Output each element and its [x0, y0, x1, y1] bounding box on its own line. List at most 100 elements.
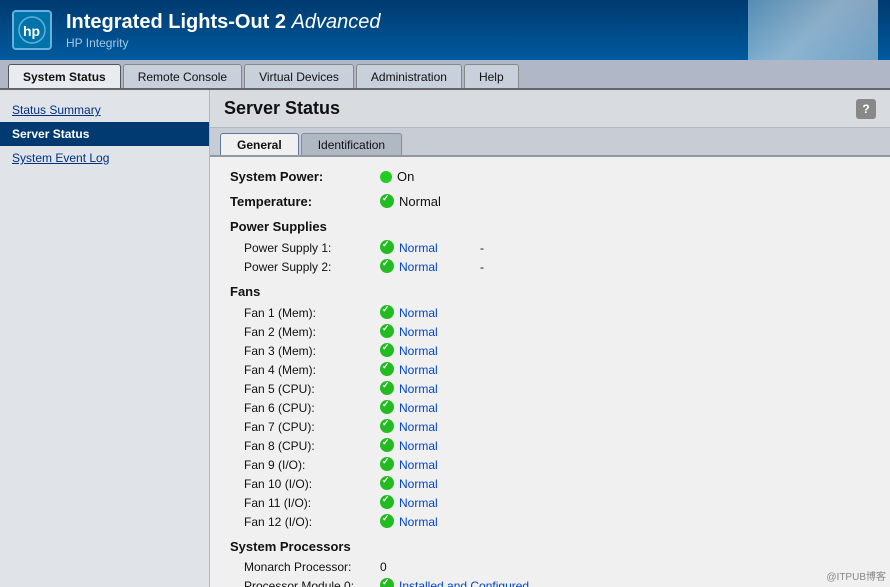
processor-value: Installed and Configured [380, 578, 529, 587]
fan-value: Normal [380, 324, 460, 339]
processor-row: Processor Module 0: Installed and Config… [230, 578, 870, 587]
fan-label: Fan 4 (Mem): [244, 363, 380, 377]
svg-text:hp: hp [23, 23, 40, 39]
tab-remote-console[interactable]: Remote Console [123, 64, 242, 88]
fan-row: Fan 12 (I/O): Normal [230, 514, 870, 529]
tab-help[interactable]: Help [464, 64, 519, 88]
ps-check-icon [380, 259, 395, 274]
fan-value: Normal [380, 400, 460, 415]
fan-label: Fan 11 (I/O): [244, 496, 380, 510]
processor-label: Processor Module 0: [244, 579, 380, 587]
fan-row: Fan 6 (CPU): Normal [230, 400, 870, 415]
fan-value: Normal [380, 343, 460, 358]
fan-check-icon [380, 495, 395, 510]
fan-value: Normal [380, 381, 460, 396]
fan-row: Fan 1 (Mem): Normal [230, 305, 870, 320]
hp-logo: hp [12, 10, 52, 50]
tab-virtual-devices[interactable]: Virtual Devices [244, 64, 354, 88]
fan-value: Normal [380, 457, 460, 472]
sidebar-item-status-summary[interactable]: Status Summary [0, 98, 209, 122]
fan-check-icon [380, 457, 395, 472]
power-supply-value: Normal [380, 259, 460, 274]
power-supply-value: Normal [380, 240, 460, 255]
power-supply-extra: - [480, 241, 484, 255]
app-header: hp Integrated Lights-Out 2 Advanced HP I… [0, 0, 890, 60]
fan-label: Fan 2 (Mem): [244, 325, 380, 339]
page-title: Server Status [224, 98, 340, 119]
fan-value: Normal [380, 514, 460, 529]
fan-label: Fan 7 (CPU): [244, 420, 380, 434]
power-supplies-title: Power Supplies [230, 219, 870, 234]
fan-value: Normal [380, 419, 460, 434]
temperature-label: Temperature: [230, 194, 380, 209]
fan-value: Normal [380, 305, 460, 320]
fan-row: Fan 3 (Mem): Normal [230, 343, 870, 358]
fan-row: Fan 4 (Mem): Normal [230, 362, 870, 377]
header-image [748, 0, 878, 60]
app-title: Integrated Lights-Out 2 Advanced [66, 11, 381, 34]
content-header: Server Status ? [210, 90, 890, 128]
fan-label: Fan 12 (I/O): [244, 515, 380, 529]
fan-label: Fan 3 (Mem): [244, 344, 380, 358]
fan-row: Fan 8 (CPU): Normal [230, 438, 870, 453]
fan-value: Normal [380, 476, 460, 491]
fan-label: Fan 8 (CPU): [244, 439, 380, 453]
system-power-label: System Power: [230, 169, 380, 184]
temperature-value: Normal [380, 194, 441, 209]
watermark: @ITPUB博客 [826, 568, 886, 583]
main-layout: Status Summary Server Status System Even… [0, 90, 890, 587]
fan-label: Fan 10 (I/O): [244, 477, 380, 491]
inner-tabs: General Identification [210, 128, 890, 157]
fan-row: Fan 10 (I/O): Normal [230, 476, 870, 491]
power-supply-row: Power Supply 1: Normal - [230, 240, 870, 255]
processor-row: Monarch Processor: 0 [230, 560, 870, 574]
sidebar-item-system-event-log[interactable]: System Event Log [0, 146, 209, 170]
system-power-value: On [380, 169, 414, 184]
power-supply-row: Power Supply 2: Normal - [230, 259, 870, 274]
temperature-row: Temperature: Normal [230, 194, 870, 209]
tab-identification[interactable]: Identification [301, 133, 402, 155]
fan-check-icon [380, 305, 395, 320]
fan-row: Fan 7 (CPU): Normal [230, 419, 870, 434]
fan-label: Fan 6 (CPU): [244, 401, 380, 415]
fan-check-icon [380, 476, 395, 491]
sidebar-item-server-status[interactable]: Server Status [0, 122, 209, 146]
fan-check-icon [380, 438, 395, 453]
tab-general[interactable]: General [220, 133, 299, 155]
fan-value: Normal [380, 495, 460, 510]
fan-row: Fan 9 (I/O): Normal [230, 457, 870, 472]
power-supply-label: Power Supply 2: [244, 260, 380, 274]
fan-label: Fan 5 (CPU): [244, 382, 380, 396]
system-power-row: System Power: On [230, 169, 870, 184]
power-supplies-list: Power Supply 1: Normal - Power Supply 2:… [230, 240, 870, 274]
fans-list: Fan 1 (Mem): Normal Fan 2 (Mem): Normal … [230, 305, 870, 529]
fan-label: Fan 1 (Mem): [244, 306, 380, 320]
tab-system-status[interactable]: System Status [8, 64, 121, 88]
fans-title: Fans [230, 284, 870, 299]
fan-check-icon [380, 343, 395, 358]
nav-bar: System Status Remote Console Virtual Dev… [0, 60, 890, 90]
fan-check-icon [380, 419, 395, 434]
fan-check-icon [380, 381, 395, 396]
processor-label: Monarch Processor: [244, 560, 380, 574]
fan-check-icon [380, 362, 395, 377]
app-subtitle: HP Integrity [66, 36, 381, 50]
power-indicator [380, 171, 392, 183]
content-area: Server Status ? General Identification S… [210, 90, 890, 587]
tab-administration[interactable]: Administration [356, 64, 462, 88]
sidebar: Status Summary Server Status System Even… [0, 90, 210, 587]
fan-row: Fan 2 (Mem): Normal [230, 324, 870, 339]
system-processors-title: System Processors [230, 539, 870, 554]
temperature-indicator [380, 194, 395, 209]
ps-check-icon [380, 240, 395, 255]
power-supply-extra: - [480, 260, 484, 274]
fan-value: Normal [380, 362, 460, 377]
fan-row: Fan 11 (I/O): Normal [230, 495, 870, 510]
help-button[interactable]: ? [856, 99, 876, 119]
fan-check-icon [380, 514, 395, 529]
processors-list: Monarch Processor: 0 Processor Module 0:… [230, 560, 870, 587]
fan-check-icon [380, 400, 395, 415]
fan-row: Fan 5 (CPU): Normal [230, 381, 870, 396]
fan-value: Normal [380, 438, 460, 453]
power-supply-label: Power Supply 1: [244, 241, 380, 255]
